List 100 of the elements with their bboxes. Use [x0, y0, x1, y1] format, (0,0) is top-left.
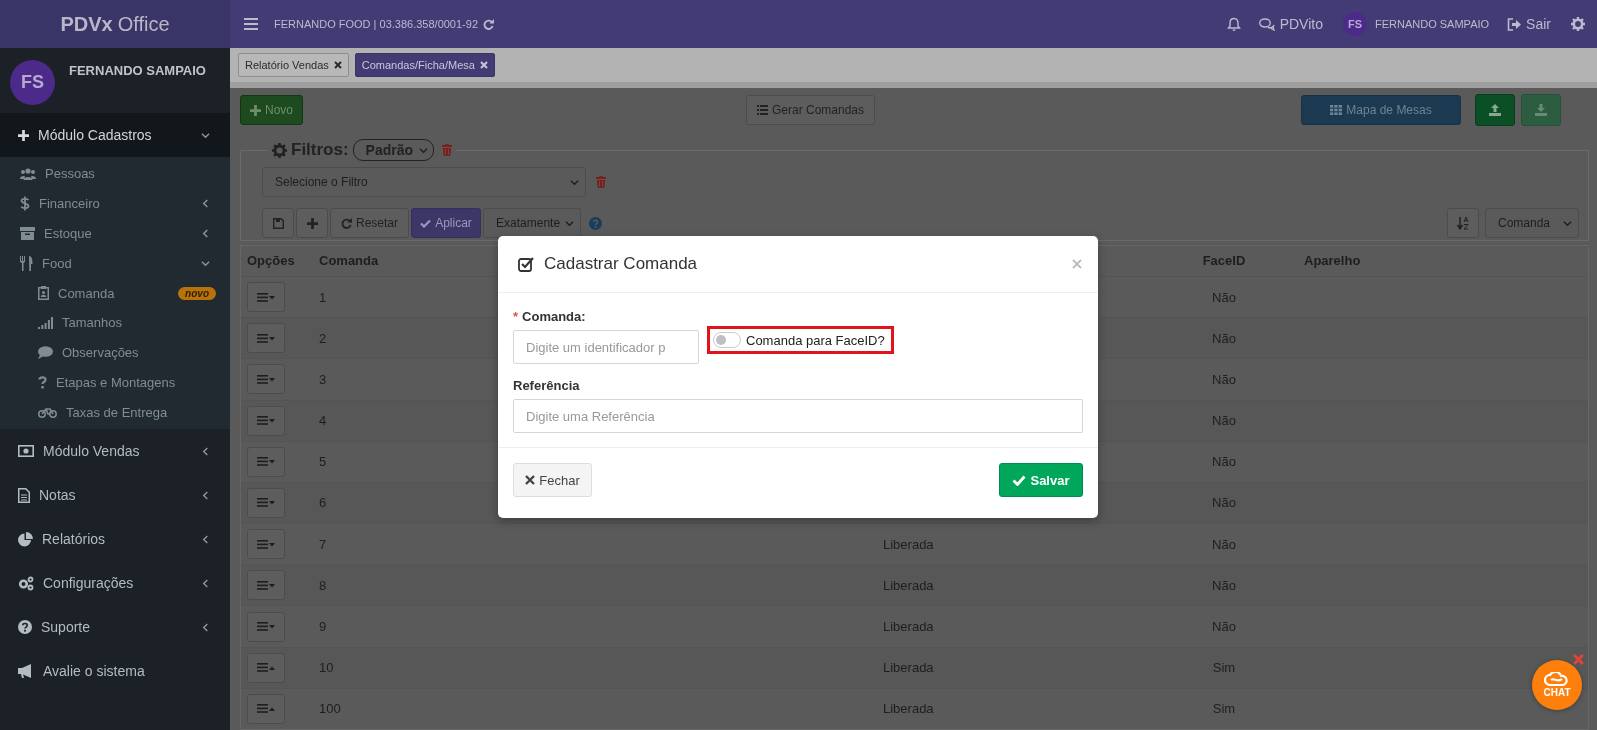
input-field[interactable]: Digite uma Referência	[513, 399, 1083, 433]
refresh-icon[interactable]	[341, 217, 352, 229]
chevron-left-icon	[201, 199, 210, 209]
dialog-title: Cadastrar Comanda	[544, 254, 698, 274]
sidebar-item[interactable]: Configurações	[0, 561, 230, 606]
table-cell: Sim	[1212, 660, 1236, 676]
close-button[interactable]: Fechar	[513, 463, 592, 497]
sidebar-item[interactable]: Relatórios	[0, 517, 230, 562]
refresh-icon[interactable]	[483, 18, 494, 30]
input-field[interactable]: Digite um identificador p	[513, 330, 699, 364]
sidebar-item[interactable]: Observações	[0, 337, 230, 368]
table-cell: 5	[319, 454, 327, 470]
menu-caret-down-icon	[257, 416, 275, 426]
table-cell: Liberada	[883, 619, 934, 635]
reset-button[interactable]: Resetar	[330, 208, 410, 238]
gear-icon[interactable]	[272, 142, 287, 158]
options-button[interactable]	[247, 405, 285, 436]
help-icon[interactable]	[589, 216, 603, 230]
archive-box-icon	[20, 227, 35, 240]
table-cell: 9	[319, 619, 327, 635]
options-button[interactable]	[247, 570, 285, 601]
sign-out-icon[interactable]	[1507, 17, 1522, 31]
download-button[interactable]	[1521, 94, 1562, 126]
sidebar-item[interactable]: Food	[0, 248, 230, 279]
sidebar-item[interactable]: Comanda novo	[0, 278, 230, 308]
menu-caret-down-icon	[257, 622, 275, 632]
tab[interactable]: Comandas/Ficha/Mesa	[354, 53, 495, 77]
options-button[interactable]	[247, 446, 285, 477]
sidebar-item[interactable]: Estoque	[0, 218, 230, 249]
avatar: FS	[1343, 12, 1367, 36]
chevron-down-icon	[565, 218, 575, 228]
users-icon	[20, 167, 36, 180]
toggle-label: Comanda para FaceID?	[746, 332, 885, 348]
chat-button[interactable]: CHAT	[1532, 660, 1582, 710]
trash-icon[interactable]	[596, 176, 606, 188]
sidebar-item[interactable]: Notas	[0, 473, 230, 518]
table-cell: Liberada	[883, 536, 934, 552]
map-button[interactable]: Mapa de Mesas	[1301, 95, 1462, 125]
menu-caret-down-icon	[257, 374, 275, 384]
options-button[interactable]	[247, 487, 285, 518]
money-bill-icon	[18, 445, 34, 458]
chevron-left-icon	[201, 446, 210, 456]
options-button[interactable]	[247, 364, 285, 395]
upload-button[interactable]	[1475, 94, 1516, 126]
new-button[interactable]: Novo	[240, 95, 303, 125]
sidebar-item[interactable]: Etapas e Montagens	[0, 367, 230, 398]
table-cell: Sim	[1212, 701, 1236, 717]
sort-field-select[interactable]: Comanda	[1485, 208, 1579, 238]
menu-icon[interactable]	[244, 18, 258, 30]
table-cell: 7	[319, 536, 327, 552]
options-button[interactable]	[247, 529, 285, 560]
sidebar-item[interactable]: Taxas de Entrega	[0, 397, 230, 428]
save-button[interactable]	[262, 208, 294, 238]
save-button[interactable]: Salvar	[999, 463, 1083, 497]
options-button[interactable]	[247, 282, 285, 313]
help-circle-icon	[18, 620, 32, 635]
pie-chart-icon	[18, 531, 33, 547]
logout-link[interactable]: Sair	[1507, 16, 1551, 32]
settings-icon[interactable]	[1571, 17, 1585, 31]
grid-icon	[1330, 105, 1343, 115]
preset-select[interactable]: Padrão	[352, 139, 435, 161]
generate-button[interactable]: Gerar Comandas	[746, 95, 876, 125]
chevron-left-icon	[201, 622, 210, 632]
chat-icon[interactable]	[1258, 17, 1275, 31]
trash-icon[interactable]	[442, 144, 453, 156]
chevron-left-icon	[201, 534, 210, 544]
field-label: Comanda:	[522, 309, 586, 324]
sidebar-item[interactable]: Módulo Cadastros	[0, 113, 230, 157]
menu-caret-down-icon	[257, 292, 275, 302]
add-button[interactable]	[296, 208, 328, 238]
dollar-icon	[20, 196, 30, 212]
table-cell: Não	[1212, 495, 1236, 511]
sidebar-item[interactable]: Avalie o sistema	[0, 649, 230, 694]
tab[interactable]: Relatório Vendas	[238, 53, 349, 77]
sidebar-item[interactable]: Tamanhos	[0, 308, 230, 338]
options-button[interactable]	[247, 611, 285, 642]
sidebar-item[interactable]: Pessoas	[0, 159, 230, 189]
sidebar-item[interactable]: Módulo Vendas	[0, 429, 230, 474]
sidebar-item[interactable]: Financeiro	[0, 188, 230, 219]
table-cell: 4	[319, 413, 327, 429]
bell-icon[interactable]	[1226, 16, 1241, 32]
upload-icon	[1489, 104, 1502, 116]
close-icon	[525, 475, 536, 485]
plus-icon	[18, 129, 29, 141]
close-icon[interactable]	[333, 61, 342, 69]
sort-button[interactable]	[1447, 208, 1479, 238]
apply-button[interactable]: Aplicar	[411, 208, 482, 238]
toggle-switch[interactable]	[713, 332, 741, 348]
options-button[interactable]	[247, 652, 285, 683]
table-cell: Não	[1212, 330, 1236, 346]
assistant-link[interactable]: PDVito	[1258, 16, 1323, 32]
list-icon	[757, 105, 768, 115]
filter-select[interactable]: Selecione o Filtro	[262, 167, 586, 197]
options-button[interactable]	[247, 693, 285, 724]
speech-bubble-icon	[38, 346, 53, 360]
sidebar-item[interactable]: Suporte	[0, 605, 230, 650]
options-button[interactable]	[247, 323, 285, 354]
chevron-down-icon	[201, 258, 210, 268]
check-icon	[1012, 474, 1027, 486]
table-cell: 3	[319, 371, 327, 387]
